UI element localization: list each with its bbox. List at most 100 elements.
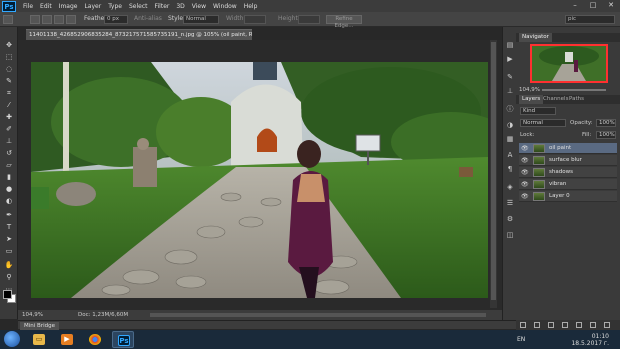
dodge-tool-icon[interactable]: ◐ bbox=[3, 197, 15, 206]
clone-stamp-tool-icon[interactable]: ⊥ bbox=[3, 137, 15, 146]
type-tool-icon[interactable]: T bbox=[3, 223, 15, 232]
new-layer-icon[interactable] bbox=[590, 322, 596, 328]
layer-row[interactable]: 👁 surface blur bbox=[519, 155, 617, 166]
healing-brush-tool-icon[interactable]: ✚ bbox=[3, 113, 15, 122]
history-brush-tool-icon[interactable]: ↺ bbox=[3, 149, 15, 158]
fill-input[interactable]: 100% bbox=[596, 131, 616, 139]
link-layers-icon[interactable] bbox=[520, 322, 526, 328]
minimize-button[interactable]: – bbox=[568, 1, 582, 10]
eye-icon[interactable]: 👁 bbox=[521, 181, 529, 188]
navigator-zoom[interactable]: 104,9% bbox=[519, 87, 540, 93]
menu-3d[interactable]: 3D bbox=[176, 3, 184, 10]
properties-panel-icon[interactable]: ☰ bbox=[505, 199, 515, 207]
styles-panel-icon[interactable]: ◈ bbox=[505, 183, 515, 191]
start-button[interactable] bbox=[4, 331, 20, 347]
info-panel-icon[interactable]: ⓘ bbox=[505, 105, 515, 113]
menu-filter[interactable]: Filter bbox=[155, 3, 170, 10]
layer-mask-icon[interactable] bbox=[548, 322, 554, 328]
taskbar-media[interactable]: ▶ bbox=[56, 331, 78, 348]
trash-icon[interactable] bbox=[604, 322, 610, 328]
menu-layer[interactable]: Layer bbox=[84, 3, 101, 10]
taskbar-chrome[interactable] bbox=[84, 331, 106, 348]
doc-size-info[interactable]: Doc: 1,23M/6,60M bbox=[78, 310, 128, 320]
marquee-tool-icon[interactable]: ⬚ bbox=[3, 53, 15, 62]
document-tab[interactable]: 11401138_426852906835284_873217571585735… bbox=[26, 29, 252, 40]
taskbar-explorer[interactable]: ▭ bbox=[28, 331, 50, 348]
brush-panel-icon[interactable]: ✎ bbox=[505, 73, 515, 81]
width-input[interactable] bbox=[244, 15, 266, 24]
clock-time[interactable]: 01:10 bbox=[592, 333, 609, 340]
language-indicator[interactable]: EN bbox=[517, 336, 525, 343]
brush-tool-icon[interactable]: ✐ bbox=[3, 125, 15, 134]
pen-tool-icon[interactable]: ✒ bbox=[3, 211, 15, 220]
eye-icon[interactable]: 👁 bbox=[521, 157, 529, 164]
menu-view[interactable]: View bbox=[192, 3, 206, 10]
style-select[interactable]: Normal bbox=[183, 15, 219, 24]
swatches-panel-icon[interactable]: ▦ bbox=[505, 135, 515, 143]
crop-tool-icon[interactable]: ⌗ bbox=[3, 89, 15, 98]
feather-input[interactable]: 0 px bbox=[104, 15, 128, 24]
layer-kind-filter[interactable]: Kind bbox=[520, 107, 556, 115]
eye-icon[interactable]: 👁 bbox=[521, 193, 529, 200]
adjustments-panel-icon[interactable]: ◑ bbox=[505, 121, 515, 129]
subtract-selection-icon[interactable] bbox=[54, 15, 64, 24]
character-panel-icon[interactable]: A bbox=[505, 151, 515, 159]
hand-tool-icon[interactable]: ✋ bbox=[3, 261, 15, 270]
actions-panel-icon[interactable]: ▶ bbox=[505, 55, 515, 63]
move-tool-icon[interactable]: ✥ bbox=[3, 41, 15, 50]
quick-select-tool-icon[interactable]: ✎ bbox=[3, 77, 15, 86]
mini-bridge-tab[interactable]: Mini Bridge bbox=[20, 322, 59, 330]
image-canvas[interactable] bbox=[31, 62, 488, 298]
clock-date[interactable]: 18.5.2017 г. bbox=[571, 340, 609, 347]
add-selection-icon[interactable] bbox=[42, 15, 52, 24]
menu-help[interactable]: Help bbox=[244, 3, 258, 10]
zoom-tool-icon[interactable]: ⚲ bbox=[3, 273, 15, 282]
new-selection-icon[interactable] bbox=[30, 15, 40, 24]
marquee-tool-preset-icon[interactable] bbox=[3, 15, 13, 24]
close-button[interactable]: ✕ bbox=[604, 1, 618, 10]
anti-alias-checkbox[interactable]: Anti-alias bbox=[134, 15, 162, 22]
layer-comps-icon[interactable]: ◫ bbox=[505, 231, 515, 239]
menu-window[interactable]: Window bbox=[213, 3, 237, 10]
color-swatches[interactable] bbox=[3, 290, 17, 304]
tab-navigator[interactable]: Navigator bbox=[519, 33, 552, 42]
path-selection-tool-icon[interactable]: ➤ bbox=[3, 235, 15, 244]
rectangle-tool-icon[interactable]: ▭ bbox=[3, 247, 15, 256]
menu-image[interactable]: Image bbox=[59, 3, 78, 10]
layer-row[interactable]: 👁 shadows bbox=[519, 167, 617, 178]
refine-edge-button[interactable]: Refine Edge... bbox=[326, 15, 362, 29]
blur-tool-icon[interactable]: ● bbox=[3, 185, 15, 194]
paragraph-panel-icon[interactable]: ¶ bbox=[505, 165, 515, 173]
layer-row[interactable]: 👁 vibran bbox=[519, 179, 617, 190]
gradient-tool-icon[interactable]: ▮ bbox=[3, 173, 15, 182]
fx-icon[interactable] bbox=[534, 322, 540, 328]
zoom-level[interactable]: 104,9% bbox=[22, 310, 43, 320]
menu-edit[interactable]: Edit bbox=[40, 3, 52, 10]
eyedropper-tool-icon[interactable]: ⁄ bbox=[3, 101, 15, 110]
adjustment-layer-icon[interactable] bbox=[562, 322, 568, 328]
group-icon[interactable] bbox=[576, 322, 582, 328]
layer-row[interactable]: 👁 oil paint bbox=[519, 143, 617, 154]
tool-presets-icon[interactable]: ⚙ bbox=[505, 215, 515, 223]
opacity-input[interactable]: 100% bbox=[596, 119, 616, 127]
menu-select[interactable]: Select bbox=[129, 3, 148, 10]
clone-source-icon[interactable]: ⊥ bbox=[505, 87, 515, 95]
vertical-scroll-thumb[interactable] bbox=[491, 42, 496, 300]
navigator-preview[interactable] bbox=[530, 44, 608, 83]
menu-type[interactable]: Type bbox=[108, 3, 122, 10]
intersect-selection-icon[interactable] bbox=[66, 15, 76, 24]
maximize-button[interactable]: □ bbox=[586, 1, 600, 10]
history-panel-icon[interactable]: ▤ bbox=[505, 41, 515, 49]
workspace-select[interactable]: pic bbox=[565, 15, 615, 24]
eye-icon[interactable]: 👁 bbox=[521, 145, 529, 152]
height-input[interactable] bbox=[298, 15, 320, 24]
navigator-zoom-slider[interactable] bbox=[542, 89, 606, 91]
taskbar-photoshop[interactable]: Ps bbox=[112, 331, 134, 348]
tab-paths[interactable]: Paths bbox=[566, 95, 587, 104]
blend-mode-select[interactable]: Normal bbox=[520, 119, 566, 127]
eye-icon[interactable]: 👁 bbox=[521, 169, 529, 176]
menu-file[interactable]: File bbox=[23, 3, 33, 10]
eraser-tool-icon[interactable]: ▱ bbox=[3, 161, 15, 170]
foreground-color[interactable] bbox=[3, 290, 12, 299]
lasso-tool-icon[interactable]: ◌ bbox=[3, 65, 15, 74]
